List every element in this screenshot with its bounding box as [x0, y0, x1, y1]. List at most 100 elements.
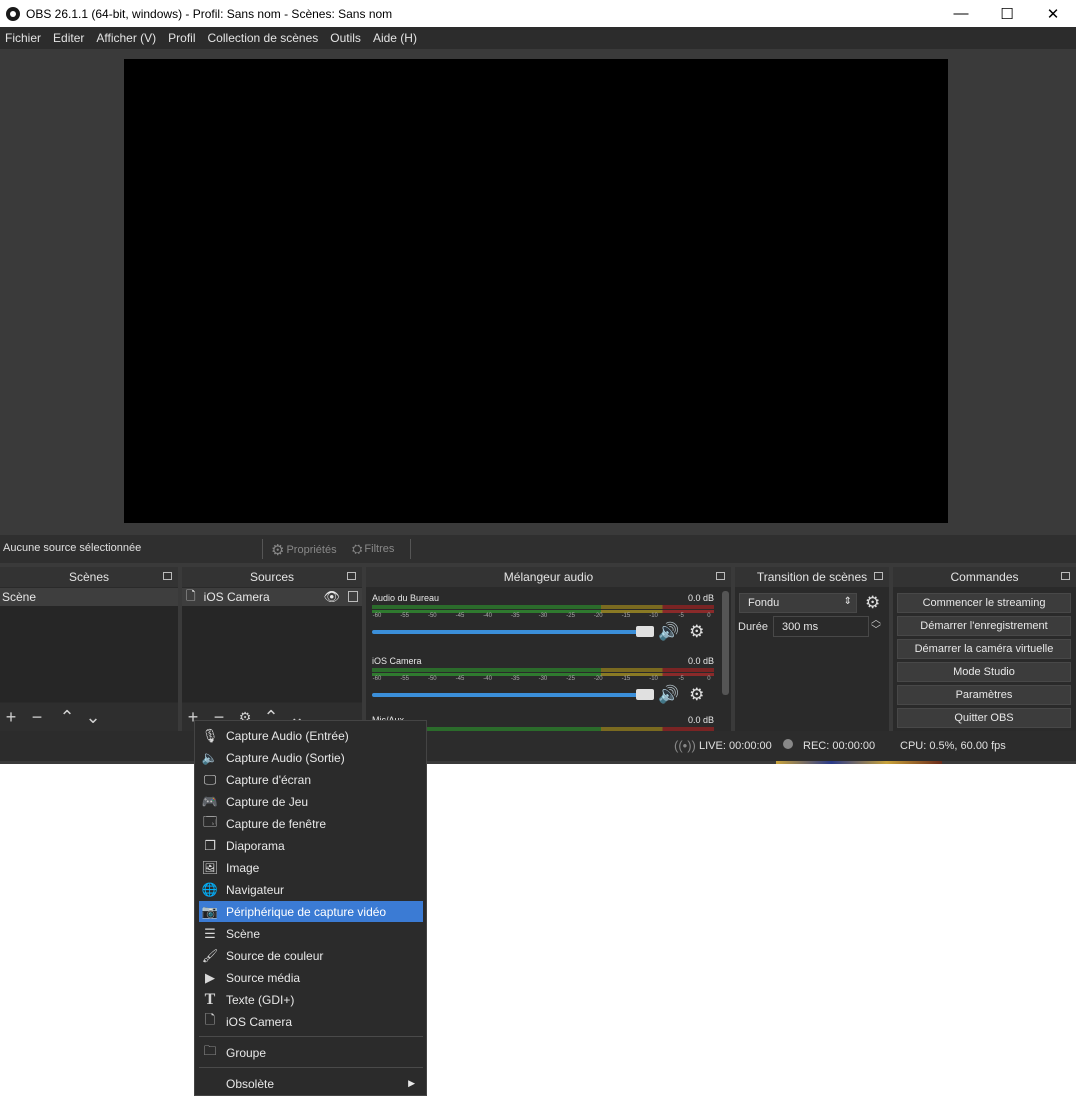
menu-aide[interactable]: Aide (H) [368, 31, 424, 45]
float-dock-icon[interactable] [874, 572, 883, 580]
menu-separator [199, 1036, 423, 1037]
menu-item-text-gdi[interactable]: T Texte (GDI+) [199, 989, 423, 1010]
scenes-list[interactable]: Scène [0, 588, 178, 702]
float-dock-icon[interactable] [163, 572, 172, 580]
menu-fichier[interactable]: Fichier [0, 31, 48, 45]
source-toolbar: Aucune source sélectionnée ⚙ Propriétés … [0, 535, 1076, 563]
menu-item-audio-output[interactable]: 🔈 Capture Audio (Sortie) [199, 747, 423, 768]
menu-item-slideshow[interactable]: ❐ Diaporama [199, 835, 423, 856]
menu-profil[interactable]: Profil [163, 31, 202, 45]
remove-icon[interactable]: − [28, 708, 46, 726]
mixer-scrollbar[interactable] [722, 591, 729, 695]
volume-slider[interactable] [372, 630, 642, 634]
close-button[interactable]: ✕ [1030, 0, 1076, 27]
menu-afficher[interactable]: Afficher (V) [91, 31, 163, 45]
add-icon[interactable]: + [2, 708, 20, 726]
scene-item[interactable]: Scène [0, 588, 178, 606]
menu-item-label: Capture de fenêtre [226, 816, 327, 831]
source-item[interactable]: 🗋 iOS Camera 👁 [182, 588, 362, 606]
gamepad-icon: 🎮 [201, 793, 219, 809]
speaker-icon[interactable]: 🔊 [658, 685, 679, 705]
menu-item-media-source[interactable]: ▶ Source média [199, 967, 423, 988]
menu-item-browser[interactable]: 🌐 Navigateur [199, 879, 423, 900]
menu-item-obsolete[interactable]: Obsolète ▶ [199, 1073, 423, 1094]
play-icon: ▶ [205, 969, 215, 985]
start-virtual-camera-button[interactable]: Démarrer la caméra virtuelle [897, 639, 1071, 659]
duration-value: 300 ms [782, 620, 819, 633]
channel-db: 0.0 dB [687, 656, 714, 666]
sources-dock: Sources 🗋 iOS Camera 👁 + − ⚙ ⌃ ⌄ [182, 567, 362, 731]
volume-slider[interactable] [372, 693, 642, 697]
commands-title: Commandes [950, 570, 1019, 584]
mixer-title: Mélangeur audio [503, 570, 594, 584]
live-icon: ((•)) [674, 738, 696, 753]
obs-window: OBS 26.1.1 (64-bit, windows) - Profil: S… [0, 0, 1076, 764]
file-icon: 🗋 [186, 588, 196, 603]
float-dock-icon[interactable] [347, 572, 356, 580]
transitions-header: Transition de scènes [735, 567, 889, 587]
cpu-status: CPU: 0.5%, 60.00 fps [900, 740, 1006, 752]
transitions-dock: Transition de scènes Fondu ⇕ ⚙ Durée 300… [735, 567, 889, 731]
file-icon: 🗋 [204, 1011, 216, 1027]
list-icon: ☰ [204, 925, 216, 941]
scenes-toolbar: + − ⌃ ⌄ [0, 703, 178, 731]
minimize-button[interactable]: — [938, 0, 984, 27]
gear-icon: ⚙ [271, 542, 285, 559]
menu-item-scene[interactable]: ☰ Scène [199, 923, 423, 944]
menu-item-window-capture[interactable]: 🗔 Capture de fenêtre [199, 813, 423, 834]
move-down-icon[interactable]: ⌄ [84, 708, 102, 726]
menu-item-color-source[interactable]: 🖌 Source de couleur [199, 945, 423, 966]
eye-icon[interactable]: 👁 [323, 589, 340, 605]
globe-icon: 🌐 [201, 881, 219, 897]
menu-outils[interactable]: Outils [325, 31, 368, 45]
filters-button[interactable]: ⛭ Filtres [352, 541, 394, 557]
menu-item-display-capture[interactable]: 🖵 Capture d'écran [199, 769, 423, 790]
scenes-title: Scènes [68, 570, 110, 584]
image-icon: 🖼 [201, 859, 219, 875]
duration-input[interactable]: 300 ms [773, 616, 869, 637]
menu-item-label: Image [226, 860, 260, 875]
move-up-icon[interactable]: ⌃ [58, 708, 76, 726]
start-streaming-button[interactable]: Commencer le streaming [897, 593, 1071, 613]
preview-canvas[interactable] [124, 59, 948, 523]
window-title: OBS 26.1.1 (64-bit, windows) - Profil: S… [26, 6, 393, 21]
volume-slider-handle[interactable] [636, 626, 654, 637]
menu-item-ios-camera[interactable]: 🗋 iOS Camera [199, 1011, 423, 1032]
gear-icon[interactable]: ⚙ [689, 622, 704, 642]
menu-collection[interactable]: Collection de scènes [203, 31, 326, 45]
scenes-header: Scènes [0, 567, 178, 587]
menu-item-game-capture[interactable]: 🎮 Capture de Jeu [199, 791, 423, 812]
menu-item-label: Périphérique de capture vidéo [226, 904, 387, 919]
transition-value: Fondu [748, 597, 780, 609]
commands-dock: Commandes Commencer le streaming Démarre… [893, 567, 1076, 731]
no-source-label: Aucune source sélectionnée [3, 542, 142, 554]
menu-item-video-capture-device[interactable]: 📷 Périphérique de capture vidéo [199, 901, 423, 922]
studio-mode-button[interactable]: Mode Studio [897, 662, 1071, 682]
float-dock-icon[interactable] [1061, 572, 1070, 580]
lock-icon[interactable] [348, 591, 358, 602]
menu-item-audio-input[interactable]: 🎙 Capture Audio (Entrée) [199, 725, 423, 746]
menu-editer[interactable]: Editer [48, 31, 91, 45]
duration-stepper-icon[interactable]: ︿ ﹀ [871, 616, 881, 636]
menu-item-label: Capture d'écran [226, 772, 312, 787]
menu-item-label: Diaporama [226, 838, 285, 853]
float-dock-icon[interactable] [716, 572, 725, 580]
speaker-icon[interactable]: 🔊 [658, 622, 679, 642]
exit-button[interactable]: Quitter OBS [897, 708, 1071, 728]
menu-item-image[interactable]: 🖼 Image [199, 857, 423, 878]
gear-icon[interactable]: ⚙ [689, 685, 704, 705]
transition-select[interactable]: Fondu ⇕ [739, 593, 857, 613]
transition-settings-icon[interactable]: ⚙ [865, 593, 880, 613]
sources-list[interactable]: 🗋 iOS Camera 👁 [182, 588, 362, 702]
rec-status: REC: 00:00:00 [803, 740, 876, 752]
channel-name: iOS Camera [372, 656, 422, 666]
properties-button[interactable]: ⚙ Propriétés [271, 541, 337, 559]
settings-button[interactable]: Paramètres [897, 685, 1071, 705]
mixer-header: Mélangeur audio [366, 567, 731, 587]
maximize-button[interactable]: ☐ [984, 0, 1030, 27]
menu-item-group[interactable]: 🗀 Groupe [199, 1042, 423, 1063]
menu-item-label: Texte (GDI+) [226, 992, 295, 1007]
start-recording-button[interactable]: Démarrer l'enregistrement [897, 616, 1071, 636]
speaker-icon: 🔈 [201, 749, 219, 765]
volume-slider-handle[interactable] [636, 689, 654, 700]
